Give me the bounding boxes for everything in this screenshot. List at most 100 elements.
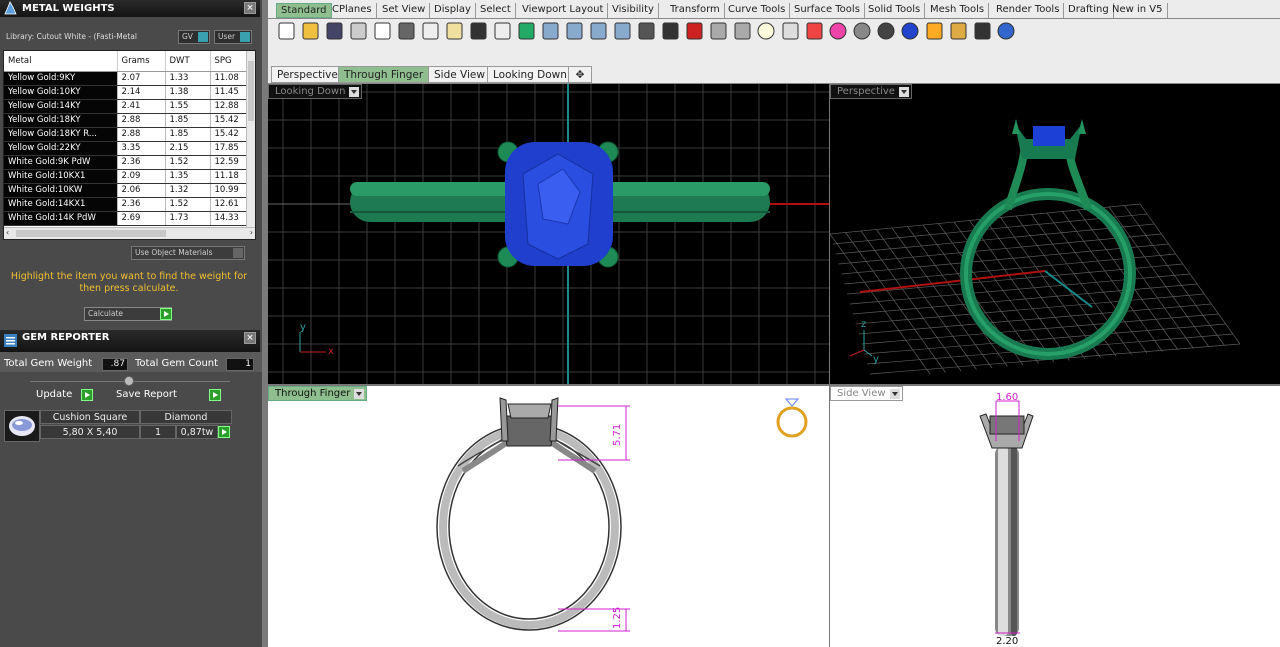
value-cell[interactable]: 12.59 <box>210 155 247 170</box>
viewport-side-view[interactable]: 1.60 2.20 Side View <box>830 386 1280 647</box>
chevron-down-icon[interactable] <box>354 389 365 399</box>
render-sphere-icon[interactable] <box>853 22 871 40</box>
scroll-thumb[interactable] <box>248 61 254 121</box>
horizontal-scrollbar[interactable]: ‹ › <box>4 227 255 239</box>
toolbar-tab[interactable]: Surface Tools <box>790 3 865 18</box>
metal-name-cell[interactable]: Yellow Gold:10KY <box>4 85 118 100</box>
shade-icon[interactable] <box>806 22 823 40</box>
viewport-title-perspective[interactable]: Perspective <box>830 84 912 99</box>
value-cell[interactable]: 2.41 <box>117 99 166 114</box>
value-cell[interactable]: 2.88 <box>117 127 166 142</box>
material-icon[interactable] <box>901 22 919 40</box>
cut-icon[interactable] <box>398 22 415 40</box>
open-folder-icon[interactable] <box>302 22 319 40</box>
value-cell[interactable]: 15.42 <box>210 113 247 128</box>
toolbar-tab[interactable]: Drafting <box>1064 3 1114 18</box>
car-render-icon[interactable] <box>686 22 703 40</box>
toolbar-tab[interactable]: Curve Tools <box>724 3 791 18</box>
value-cell[interactable]: 1.33 <box>165 71 211 86</box>
viewport-title-through-finger[interactable]: Through Finger <box>268 386 368 401</box>
toolbar-tab[interactable]: New in V5 <box>1108 3 1168 18</box>
column-header[interactable]: SPG <box>210 51 247 72</box>
value-cell[interactable]: 1.38 <box>165 85 211 100</box>
four-views-icon[interactable] <box>662 22 679 40</box>
scroll-right-icon[interactable]: › <box>250 228 253 237</box>
light-icon[interactable] <box>757 22 775 40</box>
paste-icon[interactable] <box>446 22 463 40</box>
value-cell[interactable]: 11.18 <box>210 169 247 184</box>
metal-name-cell[interactable]: White Gold:10KW <box>4 183 118 198</box>
scroll-left-icon[interactable]: ‹ <box>6 228 9 237</box>
value-cell[interactable]: 2.69 <box>117 211 166 226</box>
chevron-down-icon[interactable] <box>889 389 900 399</box>
viewport-divider[interactable] <box>829 84 830 647</box>
table-row[interactable]: White Gold:10KW 2.06 1.32 10.99 <box>4 183 247 198</box>
toolbar-tab[interactable]: Visibility <box>608 3 659 18</box>
value-cell[interactable]: 10.99 <box>210 183 247 198</box>
value-cell[interactable]: 2.36 <box>117 197 166 212</box>
value-cell[interactable]: 3.35 <box>117 141 166 156</box>
value-cell[interactable]: 2.36 <box>117 155 166 170</box>
value-cell[interactable]: 11.45 <box>210 85 247 100</box>
viewport-perspective[interactable]: z y Perspective <box>830 84 1280 384</box>
viewport-looking-down[interactable]: y x Looking Down <box>268 84 829 384</box>
tab-looking-down[interactable]: Looking Down <box>487 66 573 83</box>
toolbar-tab[interactable]: Set View <box>378 3 431 18</box>
column-header[interactable]: DWT <box>165 51 211 72</box>
table-row[interactable]: White Gold:10KX1 2.09 1.35 11.18 <box>4 169 247 184</box>
value-cell[interactable]: 1.85 <box>165 127 211 142</box>
value-cell[interactable]: 1.85 <box>165 113 211 128</box>
value-cell[interactable]: 2.09 <box>117 169 166 184</box>
table-row[interactable]: White Gold:9K PdW 2.36 1.52 12.59 <box>4 155 247 170</box>
value-cell[interactable]: 14.33 <box>210 211 247 226</box>
copy-icon[interactable] <box>422 22 439 40</box>
viewport-title-looking-down[interactable]: Looking Down <box>268 84 363 99</box>
table-row[interactable]: Yellow Gold:18KY 2.88 1.85 15.42 <box>4 113 247 128</box>
color-wheel-icon[interactable] <box>829 22 847 40</box>
gem-list-item[interactable]: Cushion Square Diamond 5,80 X 5,40 1 0,8… <box>4 410 234 442</box>
metal-name-cell[interactable]: White Gold:14KX1 <box>4 197 118 212</box>
toolbar-tab[interactable]: Transform <box>666 3 725 18</box>
zoom-in-icon[interactable] <box>542 22 559 40</box>
update-button[interactable] <box>81 389 93 401</box>
value-cell[interactable]: 17.85 <box>210 141 247 156</box>
value-cell[interactable]: 11.08 <box>210 71 247 86</box>
viewport-divider[interactable] <box>268 384 1280 386</box>
value-cell[interactable]: 15.42 <box>210 127 247 142</box>
value-cell[interactable]: 2.06 <box>117 183 166 198</box>
new-file-icon[interactable] <box>278 22 295 40</box>
panel-splitter[interactable] <box>262 0 268 647</box>
sphere-icon[interactable] <box>877 22 895 40</box>
table-row[interactable]: Yellow Gold:18KY R... 2.88 1.85 15.42 <box>4 127 247 142</box>
toolbar-tab[interactable]: Select <box>476 3 516 18</box>
value-cell[interactable]: 1.55 <box>165 99 211 114</box>
toolbar-tab[interactable]: Render Tools <box>992 3 1065 18</box>
table-row[interactable]: White Gold:14K PdW 2.69 1.73 14.33 <box>4 211 247 226</box>
column-header[interactable]: Grams <box>117 51 166 72</box>
zoom-selected-icon[interactable] <box>614 22 631 40</box>
table-row[interactable]: Yellow Gold:9KY 2.07 1.33 11.08 <box>4 71 247 86</box>
brush-icon[interactable] <box>926 22 943 40</box>
gem-go-button[interactable] <box>218 426 230 438</box>
value-cell[interactable]: 2.88 <box>117 113 166 128</box>
viewport-title-side-view[interactable]: Side View <box>830 386 903 401</box>
gem-slider-knob[interactable] <box>124 376 134 386</box>
save-icon[interactable] <box>326 22 343 40</box>
import-icon[interactable] <box>374 22 391 40</box>
value-cell[interactable]: 2.14 <box>117 85 166 100</box>
close-icon[interactable]: × <box>244 2 256 14</box>
value-cell[interactable]: 1.32 <box>165 183 211 198</box>
value-cell[interactable]: 2.15 <box>165 141 211 156</box>
table-row[interactable]: White Gold:14KX1 2.36 1.52 12.61 <box>4 197 247 212</box>
gv-toggle[interactable]: GV <box>178 30 210 44</box>
user-toggle[interactable]: User <box>214 30 252 44</box>
metal-weights-table[interactable]: Metal Grams DWT SPG Yellow Gold:9KY 2.07 1… <box>3 50 256 240</box>
tab-through-finger[interactable]: Through Finger <box>338 66 430 83</box>
toolbar-tab[interactable]: Display <box>430 3 476 18</box>
column-header[interactable]: Metal <box>4 51 118 72</box>
metal-name-cell[interactable]: Yellow Gold:9KY <box>4 71 118 86</box>
value-cell[interactable]: 2.07 <box>117 71 166 86</box>
value-cell[interactable]: 12.88 <box>210 99 247 114</box>
zoom-window-icon[interactable] <box>566 22 583 40</box>
value-cell[interactable]: 1.52 <box>165 155 211 170</box>
